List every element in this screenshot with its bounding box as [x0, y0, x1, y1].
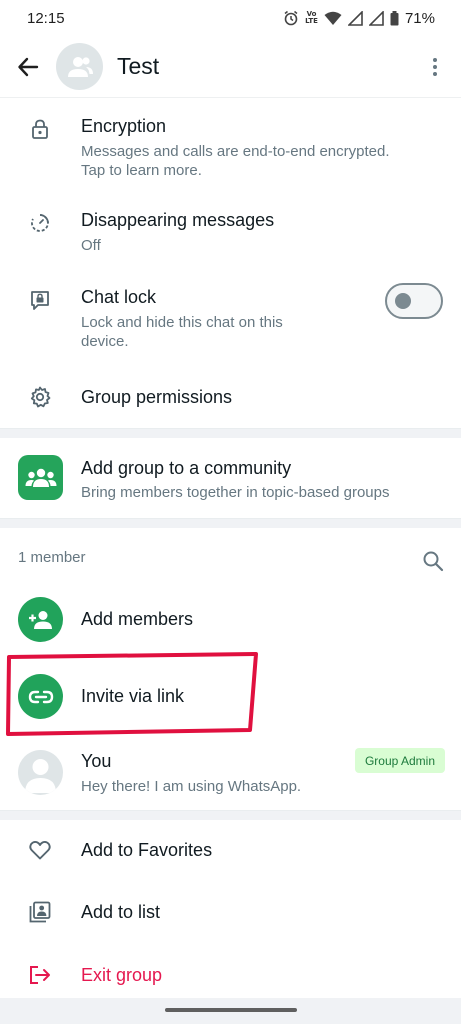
alarm-icon: [284, 10, 298, 26]
chat-lock-icon: [28, 288, 52, 312]
group-permissions-title: Group permissions: [81, 387, 233, 407]
exit-group-label: Exit group: [81, 965, 163, 985]
search-members-button[interactable]: [420, 548, 446, 574]
status-icons: Vo LTE 71%: [283, 10, 435, 27]
community-subtitle: Bring members together in topic-based gr…: [81, 484, 390, 501]
status-badge: Group Admin: [355, 748, 445, 773]
heart-icon: [28, 838, 52, 862]
signal-icon: [347, 10, 363, 26]
encryption-row[interactable]: Encryption Messages and calls are end-to…: [0, 110, 461, 190]
invite-via-link-label: Invite via link: [81, 686, 185, 706]
favorites-label: Add to Favorites: [81, 840, 213, 860]
member-status: Hey there! I am using WhatsApp.: [81, 778, 302, 795]
page-title[interactable]: Test: [117, 53, 159, 80]
encryption-subtitle-1: Messages and calls are end-to-end encryp…: [81, 143, 390, 160]
battery-icon: [390, 10, 399, 25]
list-icon: [28, 900, 52, 924]
back-arrow-icon: [18, 57, 39, 77]
member-count: 1 member: [18, 549, 86, 566]
volte-mid-text: LTE: [305, 17, 318, 25]
community-icon: [25, 468, 56, 487]
exit-group-row[interactable]: Exit group: [0, 953, 461, 999]
home-indicator[interactable]: [165, 1008, 297, 1012]
status-time: 12:15: [27, 9, 65, 27]
disappearing-title: Disappearing messages: [81, 210, 275, 230]
chat-lock-toggle[interactable]: [385, 283, 443, 319]
more-vert-icon: [433, 58, 437, 76]
group-icon: [67, 56, 93, 77]
app-bar: Test: [0, 36, 461, 98]
section-divider: [0, 428, 461, 438]
volte-indicator: Vo LTE: [305, 11, 318, 25]
wifi-icon: [324, 11, 342, 25]
signal-icon-2: [368, 10, 384, 26]
chat-lock-subtitle-1: Lock and hide this chat on this: [81, 314, 283, 331]
invite-via-link-row[interactable]: Invite via link: [0, 672, 461, 722]
lock-icon: [28, 117, 52, 141]
section-divider-3: [0, 810, 461, 820]
add-to-community-row[interactable]: Add group to a community Bring members t…: [0, 438, 461, 518]
add-to-list-row[interactable]: Add to list: [0, 890, 461, 936]
section-divider-2: [0, 518, 461, 528]
add-person-icon: [28, 610, 52, 629]
group-permissions-row[interactable]: Group permissions: [0, 375, 461, 421]
chat-lock-subtitle-2: device.: [81, 333, 129, 350]
add-to-list-label: Add to list: [81, 902, 161, 922]
chat-lock-title: Chat lock: [81, 287, 157, 307]
community-icon-tile: [18, 455, 63, 500]
encryption-subtitle-2: Tap to learn more.: [81, 162, 202, 179]
person-icon: [25, 759, 56, 793]
gear-icon: [28, 385, 52, 409]
app-bar-shadow: [0, 97, 461, 98]
invite-link-avatar: [18, 674, 63, 719]
more-options-button[interactable]: [424, 54, 446, 80]
link-icon: [28, 690, 53, 703]
search-icon: [423, 551, 444, 572]
timer-icon: [28, 211, 52, 235]
exit-icon: [28, 963, 52, 987]
member-name: You: [81, 751, 112, 771]
status-bar: 12:15 Vo LTE 71%: [0, 0, 461, 36]
disappearing-subtitle: Off: [81, 237, 101, 254]
avatar: [18, 750, 63, 795]
back-button[interactable]: [14, 53, 42, 81]
community-title: Add group to a community: [81, 458, 292, 478]
add-to-favorites-row[interactable]: Add to Favorites: [0, 828, 461, 874]
disappearing-messages-row[interactable]: Disappearing messages Off: [0, 202, 461, 264]
group-avatar[interactable]: [56, 43, 103, 90]
add-members-row[interactable]: Add members: [0, 595, 461, 645]
encryption-title: Encryption: [81, 116, 167, 136]
battery-percent: 71%: [404, 9, 435, 27]
add-members-label: Add members: [81, 609, 194, 629]
add-members-avatar: [18, 597, 63, 642]
toggle-knob: [395, 293, 411, 309]
